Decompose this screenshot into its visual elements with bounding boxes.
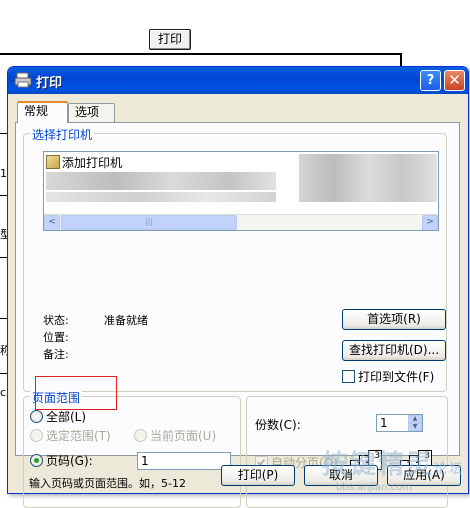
status-value: 准备就绪 bbox=[104, 314, 148, 327]
copies-value: 1 bbox=[380, 416, 388, 430]
copies-spin-buttons[interactable]: ▲ ▼ bbox=[408, 415, 422, 431]
spin-up-icon[interactable]: ▲ bbox=[408, 415, 422, 423]
page-range-pages-radio[interactable] bbox=[30, 454, 43, 467]
tab-options[interactable]: 选项 bbox=[68, 103, 115, 122]
tab-general[interactable]: 常规 bbox=[17, 101, 68, 123]
find-printer-button[interactable]: 查找打印机(D)... bbox=[342, 340, 446, 361]
background-table-border bbox=[0, 53, 402, 55]
title-bar[interactable]: 打印 ? ✕ bbox=[8, 67, 468, 94]
select-printer-legend: 选择打印机 bbox=[30, 126, 95, 143]
printer-list-horizontal-scrollbar[interactable]: < ||| > bbox=[44, 214, 438, 230]
background-print-button[interactable]: 打印 bbox=[149, 29, 191, 50]
status-label: 状态: bbox=[43, 314, 69, 327]
printer-list[interactable]: 添加打印机 < ||| > bbox=[43, 151, 439, 231]
add-printer-icon bbox=[46, 155, 60, 169]
page-range-all-radio[interactable] bbox=[30, 410, 43, 423]
obscured-printer-entry bbox=[299, 154, 437, 202]
help-button[interactable]: ? bbox=[420, 70, 441, 91]
page-range-hint: 输入页码或页面范围。如，5-12 bbox=[29, 477, 186, 490]
page-range-pages-label[interactable]: 页码(G): bbox=[46, 452, 93, 469]
print-to-file-checkbox[interactable] bbox=[342, 370, 355, 383]
close-button[interactable]: ✕ bbox=[444, 70, 465, 91]
page-range-group: 页面范围 全部(L) 选定范围(T) 当前页面(U) 页码(G): 1 输入页码… bbox=[23, 389, 241, 508]
location-label: 位置: bbox=[43, 331, 69, 344]
printer-list-item-label: 添加打印机 bbox=[62, 156, 123, 170]
comment-label: 备注: bbox=[43, 348, 69, 361]
page-range-current-page-radio[interactable] bbox=[134, 429, 147, 442]
watermark-text: 按键精灵 bbox=[321, 450, 434, 480]
spin-down-icon[interactable]: ▼ bbox=[408, 423, 422, 431]
watermark-logo: 按键精灵论坛 bbox=[322, 444, 464, 481]
copies-spinner[interactable]: 1 ▲ ▼ bbox=[376, 414, 423, 432]
page-range-selection-radio[interactable] bbox=[30, 429, 43, 442]
page-range-all-label[interactable]: 全部(L) bbox=[46, 408, 86, 425]
page-range-current-page-label[interactable]: 当前页面(U) bbox=[150, 427, 216, 444]
obscured-printer-entry bbox=[46, 172, 276, 190]
highlight-annotation bbox=[35, 376, 117, 410]
printer-list-item-add-printer[interactable]: 添加打印机 bbox=[46, 154, 122, 171]
page-range-selection-label[interactable]: 选定范围(T) bbox=[46, 427, 111, 444]
obscured-printer-entry bbox=[46, 192, 276, 202]
print-dialog: 打印 ? ✕ 常规 选项 选择打印机 添加打印机 < ||| > 状态: 准备就… bbox=[7, 66, 469, 508]
copies-label: 份数(C): bbox=[255, 418, 301, 432]
scroll-right-button[interactable]: > bbox=[422, 215, 438, 230]
watermark-suffix: 论坛 bbox=[433, 462, 464, 477]
preferences-button[interactable]: 首选项(R) bbox=[342, 309, 446, 330]
scroll-thumb[interactable]: ||| bbox=[61, 215, 237, 230]
dialog-title: 打印 bbox=[36, 76, 63, 91]
watermark-url: bbs.anjian.com bbox=[335, 482, 412, 493]
printer-icon bbox=[14, 72, 32, 88]
print-to-file-label[interactable]: 打印到文件(F) bbox=[358, 368, 434, 385]
pages-input[interactable]: 1 bbox=[137, 452, 231, 470]
print-button[interactable]: 打印(P) bbox=[221, 465, 295, 486]
background-text: 1 bbox=[0, 167, 7, 180]
scroll-left-button[interactable]: < bbox=[44, 215, 60, 230]
